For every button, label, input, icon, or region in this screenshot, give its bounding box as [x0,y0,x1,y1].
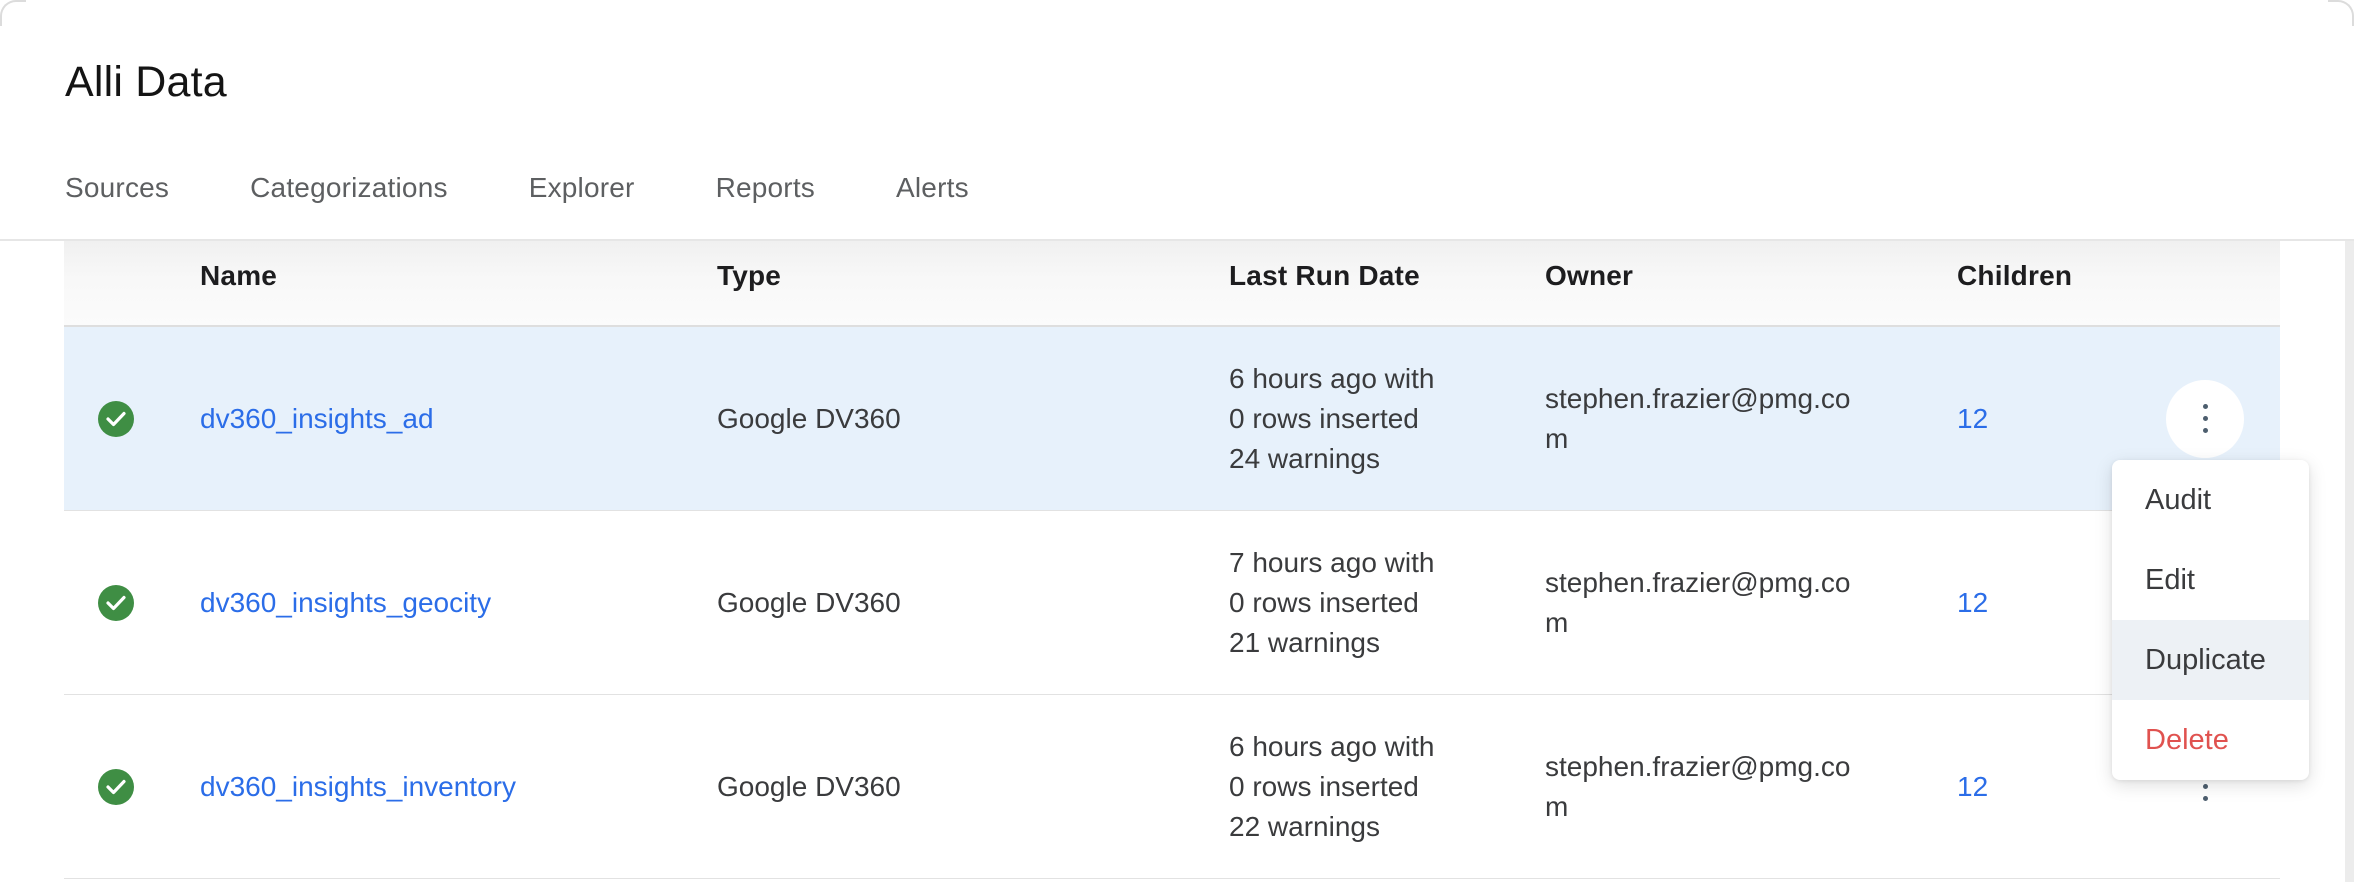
owner-email: stephen.frazier@pmg.com [1545,563,1860,643]
row-actions-button[interactable] [2166,380,2244,458]
tab-explorer[interactable]: Explorer [529,172,635,204]
column-header-status [64,241,200,325]
scrollbar-track[interactable] [2345,241,2354,882]
last-run-date: 6 hours ago with 0 rows inserted 24 warn… [1229,359,1545,479]
tab-categorizations[interactable]: Categorizations [250,172,448,204]
success-status-icon [98,401,134,437]
column-header-actions [2130,241,2280,325]
card-corner-top-right [2328,0,2354,26]
menu-item-duplicate[interactable]: Duplicate [2112,620,2309,700]
table-row: dv360_insights_ad Google DV360 6 hours a… [64,327,2280,511]
menu-item-edit[interactable]: Edit [2112,540,2309,620]
children-count-link[interactable]: 12 [1957,403,1988,434]
menu-item-delete[interactable]: Delete [2112,700,2309,780]
card-corner-top-left [0,0,26,26]
last-run-date: 7 hours ago with 0 rows inserted 21 warn… [1229,543,1545,663]
tab-reports[interactable]: Reports [716,172,815,204]
owner-email: stephen.frazier@pmg.com [1545,379,1860,459]
table-header-row: Name Type Last Run Date Owner Children [64,241,2280,327]
source-type: Google DV360 [717,403,1229,435]
tab-sources[interactable]: Sources [65,172,169,204]
kebab-icon [2203,404,2208,409]
owner-email: stephen.frazier@pmg.com [1545,747,1860,827]
source-type: Google DV360 [717,771,1229,803]
success-status-icon [98,769,134,805]
table-row: dv360_insights_geocity Google DV360 7 ho… [64,511,2280,695]
table-row: dv360_insights_inventory Google DV360 6 … [64,695,2280,879]
tab-bar: Sources Categorizations Explorer Reports… [65,172,969,204]
context-menu: Audit Edit Duplicate Delete [2112,460,2309,780]
sources-table: Name Type Last Run Date Owner Children d… [64,241,2280,879]
column-header-name: Name [200,241,717,325]
source-name-link[interactable]: dv360_insights_inventory [200,771,516,802]
column-header-type: Type [717,241,1229,325]
success-status-icon [98,585,134,621]
source-name-link[interactable]: dv360_insights_geocity [200,587,491,618]
menu-item-audit[interactable]: Audit [2112,460,2309,540]
source-type: Google DV360 [717,587,1229,619]
children-count-link[interactable]: 12 [1957,587,1988,618]
page-title: Alli Data [65,58,227,107]
last-run-date: 6 hours ago with 0 rows inserted 22 warn… [1229,727,1545,847]
column-header-owner: Owner [1545,241,1957,325]
column-header-last-run-date: Last Run Date [1229,241,1545,325]
source-name-link[interactable]: dv360_insights_ad [200,403,434,434]
alli-data-page: Alli Data Sources Categorizations Explor… [0,0,2354,882]
children-count-link[interactable]: 12 [1957,771,1988,802]
tab-alerts[interactable]: Alerts [896,172,969,204]
column-header-children: Children [1957,241,2130,325]
